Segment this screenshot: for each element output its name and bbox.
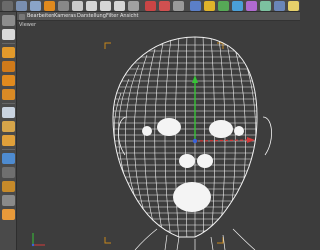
menu-bearbeiten[interactable]: Bearbeiten: [27, 12, 54, 21]
tweak-icon[interactable]: [2, 167, 15, 178]
axis-x-icon[interactable]: [86, 1, 97, 11]
axis-origin: [192, 138, 198, 144]
top-toolbar: [0, 0, 300, 12]
viewport-menu-bar: Bearbeiten Kameras Darstellung Filter An…: [17, 12, 300, 21]
render-view-icon[interactable]: [145, 1, 156, 11]
camera-icon[interactable]: [274, 1, 285, 11]
points-mode-icon[interactable]: [2, 61, 15, 72]
deformer-icon[interactable]: [246, 1, 257, 11]
workplane-icon[interactable]: [2, 135, 15, 146]
y-axis-arrow: [192, 75, 198, 83]
coord-system-icon[interactable]: [128, 1, 139, 11]
texture-icon[interactable]: [2, 29, 15, 40]
world-axis-indicator: [31, 233, 45, 247]
cube-icon[interactable]: [190, 1, 201, 11]
render-settings-icon[interactable]: [173, 1, 184, 11]
3d-viewport[interactable]: Viewer: [17, 21, 300, 250]
menu-icon[interactable]: [2, 1, 13, 11]
menu-darstellung[interactable]: Darstellung: [77, 12, 106, 21]
polygons-mode-icon[interactable]: [2, 89, 15, 100]
live-select-icon[interactable]: [30, 1, 41, 11]
view-icon[interactable]: [19, 13, 25, 20]
edges-mode-icon[interactable]: [2, 75, 15, 86]
model-mode-icon[interactable]: [2, 47, 15, 58]
safe-frame-corner: [217, 237, 224, 244]
scene-canvas[interactable]: [17, 21, 300, 250]
left-eye-region: [157, 118, 181, 136]
right-ear: [262, 116, 272, 156]
toolbar-separator: [2, 103, 15, 104]
render-icon[interactable]: [159, 1, 170, 11]
axis-z-icon[interactable]: [114, 1, 125, 11]
menu-ansicht[interactable]: Ansicht: [120, 12, 138, 21]
rotate-icon[interactable]: [72, 1, 83, 11]
move-icon[interactable]: [44, 1, 55, 11]
undo-icon[interactable]: [16, 1, 27, 11]
subdivide-icon[interactable]: [218, 1, 229, 11]
menu-kameras[interactable]: Kameras: [54, 12, 76, 21]
light-icon[interactable]: [288, 1, 299, 11]
cinema4d-window: Bearbeiten Kameras Darstellung Filter An…: [0, 0, 300, 250]
pen-icon[interactable]: [204, 1, 215, 11]
scale-icon[interactable]: [58, 1, 69, 11]
right-eye-region: [209, 120, 233, 138]
snap-icon[interactable]: [2, 153, 15, 164]
toolbar-separator: [2, 149, 15, 150]
nose-right: [197, 154, 213, 168]
uv-icon[interactable]: [2, 107, 15, 118]
toolbar-separator: [2, 43, 15, 44]
safe-frame-corner: [104, 237, 111, 244]
menu-filter[interactable]: Filter: [106, 12, 118, 21]
safe-frame-corner: [104, 42, 111, 49]
make-editable-icon[interactable]: [2, 15, 15, 26]
checker-icon[interactable]: [2, 195, 15, 206]
scene-icon[interactable]: [260, 1, 271, 11]
axis-y-icon[interactable]: [100, 1, 111, 11]
left-toolbar: [0, 12, 17, 250]
left-temple-region: [142, 126, 152, 136]
mouth-region: [173, 182, 211, 212]
nose-left: [179, 154, 195, 168]
sculpt-icon[interactable]: [2, 209, 15, 220]
right-temple-region: [234, 126, 244, 136]
array-icon[interactable]: [232, 1, 243, 11]
x-axis-arrow: [247, 137, 255, 143]
texture-axis-icon[interactable]: [2, 121, 15, 132]
soft-select-icon[interactable]: [2, 181, 15, 192]
